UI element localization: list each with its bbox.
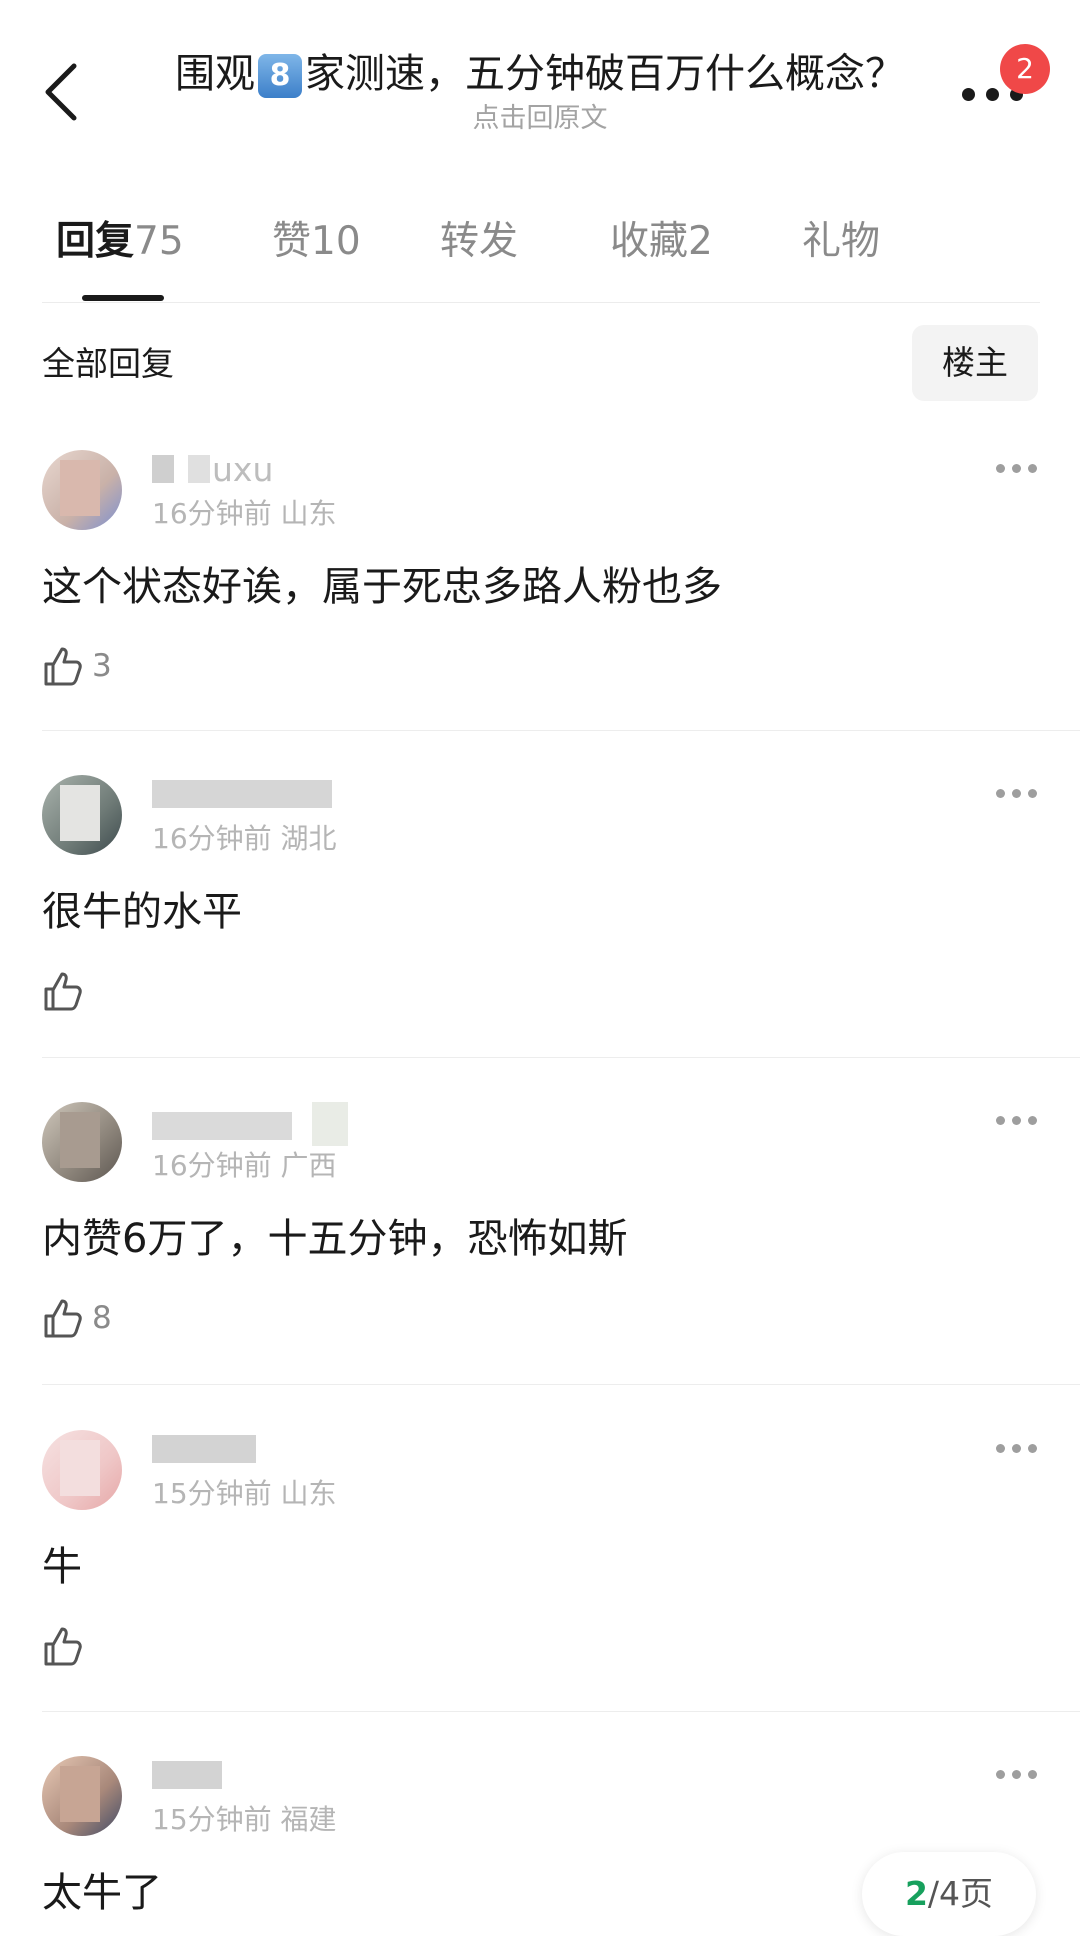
divider (42, 302, 1040, 303)
divider (42, 730, 1080, 731)
thumbs-up-icon (44, 972, 82, 1011)
divider (42, 1057, 1080, 1058)
thumbs-up-icon (44, 1299, 82, 1338)
active-tab-indicator (82, 295, 164, 301)
username[interactable] (152, 1756, 222, 1796)
username[interactable] (152, 1430, 256, 1470)
username-emoji-pixelation (312, 1102, 348, 1146)
current-page: 2 (904, 1874, 928, 1913)
chevron-left-icon (45, 63, 77, 121)
dot (996, 1444, 1005, 1453)
comment-more-button[interactable] (996, 1442, 1038, 1456)
dot (1028, 789, 1037, 798)
username-pixelation (152, 1435, 256, 1463)
dot (1028, 1770, 1037, 1779)
total-pages: /4页 (927, 1874, 994, 1913)
comment-text: 很牛的水平 (42, 889, 242, 935)
thumbs-up-icon (44, 1627, 82, 1666)
more-dot (962, 88, 975, 101)
more-dot (986, 88, 999, 101)
comment-text: 太牛了 (42, 1870, 162, 1916)
comment-text: 这个状态好诶，属于死忠多路人粉也多 (42, 564, 722, 610)
avatar[interactable] (42, 775, 122, 855)
dot (1012, 464, 1021, 473)
dot (996, 464, 1005, 473)
avatar[interactable] (42, 1430, 122, 1510)
comment-more-button[interactable] (996, 787, 1038, 801)
top-bar: 围观 8 家测速，五分钟破百万什么概念？ 点击回原文 2 (0, 0, 1080, 150)
notification-count-badge: 2 (1000, 44, 1050, 94)
like-count: 8 (92, 1300, 112, 1336)
comment-meta: 15分钟前 山东 (152, 1477, 337, 1510)
dot (1012, 789, 1021, 798)
tab-favorites[interactable]: 收藏2 (610, 212, 713, 272)
number-emoji-badge: 8 (258, 54, 302, 98)
avatar-pixelation (60, 460, 100, 516)
avatar[interactable] (42, 1756, 122, 1836)
username-pixelation (152, 1112, 292, 1140)
dot (996, 1770, 1005, 1779)
username-pixelation (152, 1761, 222, 1789)
all-replies-heading: 全部回复 (42, 344, 174, 383)
tab-gifts[interactable]: 礼物 (802, 212, 880, 272)
tab-likes[interactable]: 赞10 (272, 212, 361, 272)
comment-more-button[interactable] (996, 1114, 1038, 1128)
avatar-pixelation (60, 785, 100, 841)
back-to-post-link[interactable]: 点击回原文 (150, 102, 930, 136)
username[interactable]: uxu (152, 450, 273, 490)
comment-more-button[interactable] (996, 1768, 1038, 1782)
comment-text: 内赞6万了，十五分钟，恐怖如斯 (42, 1216, 628, 1262)
comment-meta: 16分钟前 湖北 (152, 822, 337, 855)
dot (1028, 464, 1037, 473)
tab-bar: 回复75 赞10 转发 收藏2 礼物 (42, 212, 1042, 302)
dot (996, 1116, 1005, 1125)
avatar-pixelation (60, 1112, 100, 1168)
thumbs-up-icon (44, 647, 82, 686)
divider (42, 1384, 1080, 1385)
dot (1012, 1444, 1021, 1453)
username-pixelation (152, 455, 174, 483)
avatar-pixelation (60, 1766, 100, 1822)
back-button[interactable] (40, 60, 84, 124)
avatar[interactable] (42, 1102, 122, 1182)
tab-reposts[interactable]: 转发 (440, 212, 518, 272)
comment-more-button[interactable] (996, 462, 1038, 476)
page-indicator-button[interactable]: 2/4页 (862, 1852, 1036, 1936)
username[interactable] (152, 1102, 348, 1147)
username-pixelation (188, 455, 210, 483)
avatar[interactable] (42, 450, 122, 530)
avatar-pixelation (60, 1440, 100, 1496)
dot (1012, 1770, 1021, 1779)
dot (1028, 1444, 1037, 1453)
dot (1012, 1116, 1021, 1125)
like-count: 3 (92, 648, 112, 684)
username[interactable] (152, 775, 332, 815)
post-title: 围观 8 家测速，五分钟破百万什么概念？ (175, 51, 905, 98)
dot (996, 789, 1005, 798)
comment-meta: 15分钟前 福建 (152, 1803, 337, 1836)
owner-only-button[interactable]: 楼主 (912, 325, 1038, 401)
divider (42, 1711, 1080, 1712)
username-pixelation (152, 780, 332, 808)
comment-meta: 16分钟前 广西 (152, 1149, 337, 1182)
dot (1028, 1116, 1037, 1125)
comment-meta: 16分钟前 山东 (152, 497, 337, 530)
tab-replies[interactable]: 回复75 (56, 212, 184, 272)
comment-text: 牛 (42, 1544, 82, 1590)
post-title-area[interactable]: 围观 8 家测速，五分钟破百万什么概念？ 点击回原文 (150, 48, 930, 136)
